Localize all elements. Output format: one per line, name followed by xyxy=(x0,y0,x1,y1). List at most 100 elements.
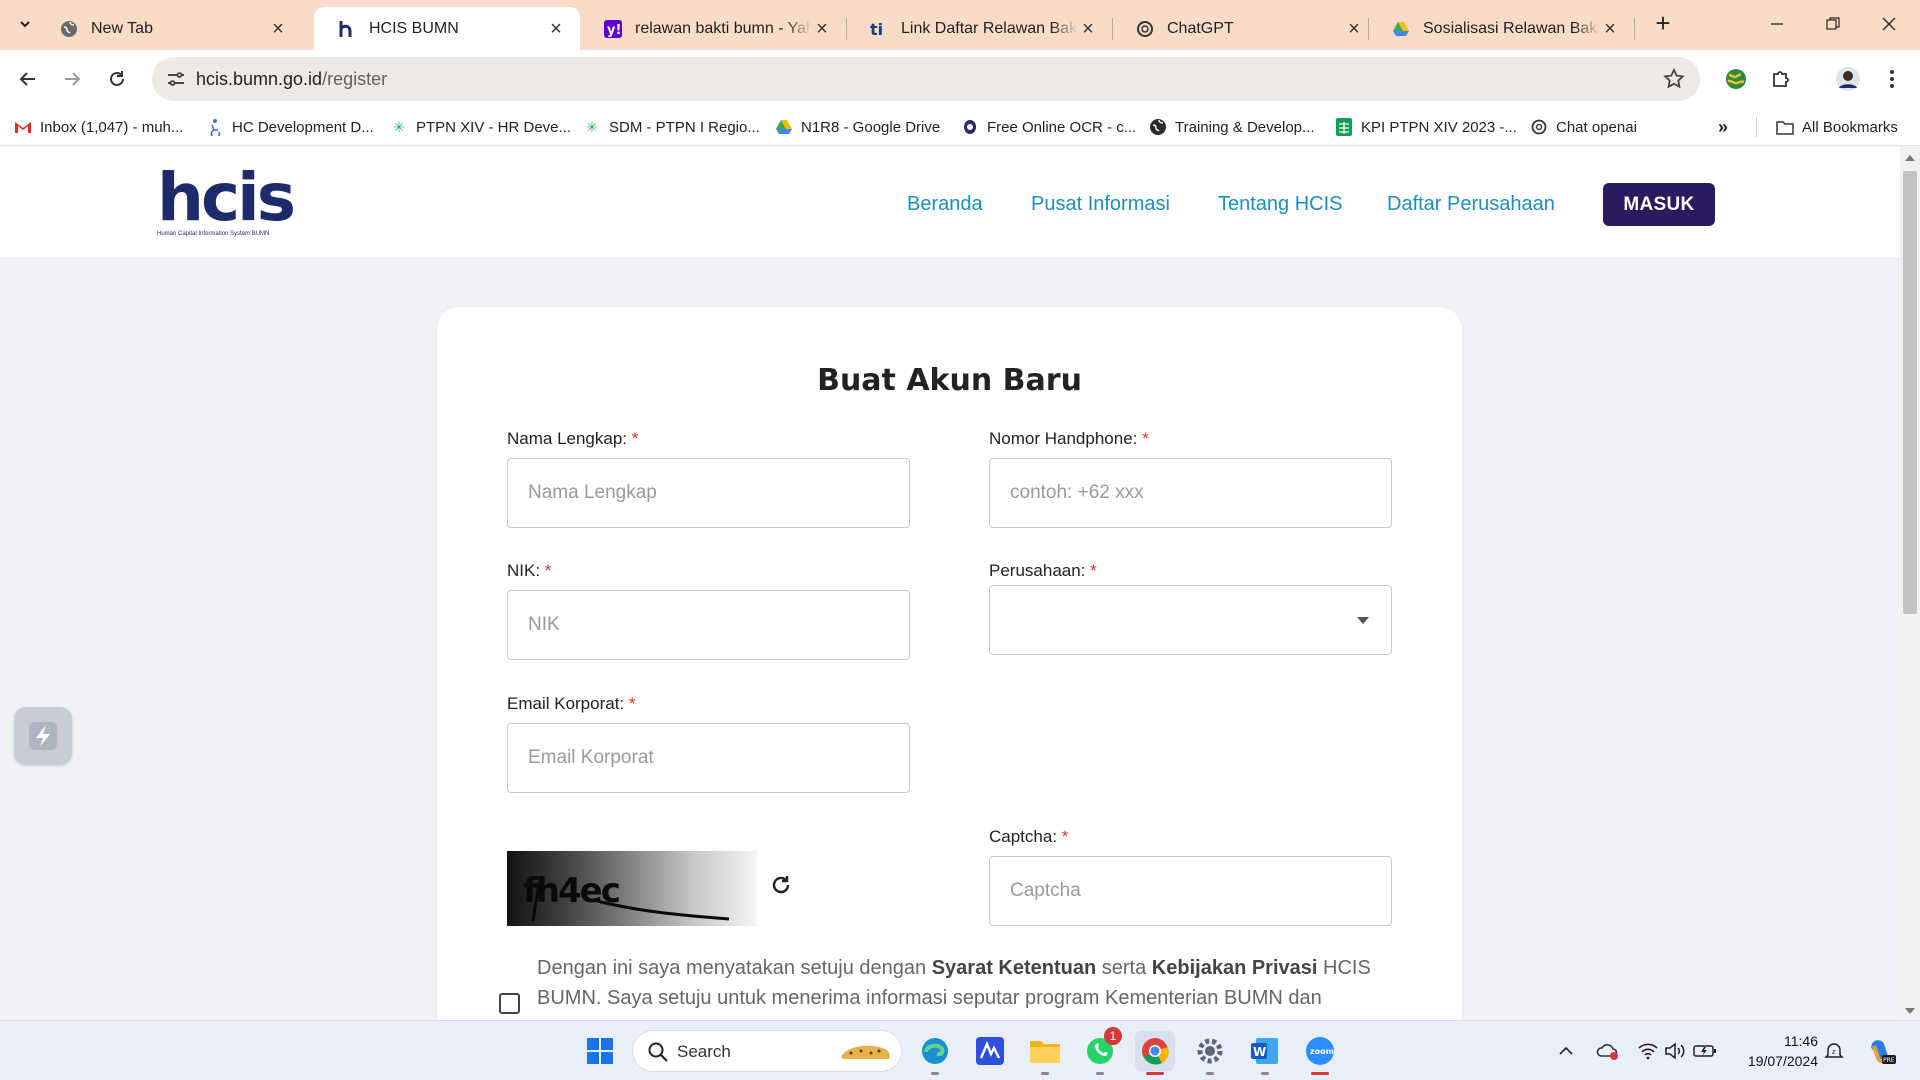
bell-do-not-disturb-icon: z xyxy=(1824,1043,1844,1058)
close-icon[interactable]: × xyxy=(1078,19,1098,39)
notifications-tray[interactable]: z xyxy=(1822,1039,1846,1063)
tab-separator xyxy=(1368,18,1369,40)
bookmark-google-drive[interactable]: N1R8 - Google Drive xyxy=(775,116,940,138)
close-icon[interactable]: × xyxy=(1600,19,1620,39)
tab-new-tab[interactable]: New Tab × xyxy=(36,7,302,50)
running-indicator xyxy=(1096,1072,1104,1075)
bookmark-sdm-ptpn[interactable]: ✳ SDM - PTPN I Regio... xyxy=(583,116,760,138)
tab-title: ChatGPT xyxy=(1167,19,1234,37)
bookmark-label: SDM - PTPN I Regio... xyxy=(609,118,760,136)
bookmark-free-ocr[interactable]: Free Online OCR - c... xyxy=(961,116,1136,138)
url-text[interactable]: hcis.bumn.go.id/register xyxy=(196,69,387,90)
folder-icon xyxy=(1776,118,1794,136)
taskbar-file-explorer[interactable] xyxy=(1025,1031,1065,1075)
bookmark-star-icon[interactable] xyxy=(1662,67,1686,91)
nama-lengkap-input[interactable] xyxy=(507,458,910,528)
nav-tentang-hcis[interactable]: Tentang HCIS xyxy=(1218,193,1343,216)
bookmark-hc-development[interactable]: HC Development D... xyxy=(206,116,374,138)
bookmark-label: Free Online OCR - c... xyxy=(987,118,1137,136)
email-korporat-input[interactable] xyxy=(507,723,910,793)
clock-date: 19/07/2024 xyxy=(1747,1053,1818,1069)
nav-daftar-perusahaan[interactable]: Daftar Perusahaan xyxy=(1387,193,1555,216)
phone-input[interactable] xyxy=(989,458,1392,528)
url-host: hcis.bumn.go.id xyxy=(196,69,323,89)
profile-avatar[interactable] xyxy=(1834,65,1862,93)
nav-pusat-informasi[interactable]: Pusat Informasi xyxy=(1031,193,1170,216)
bookmark-training[interactable]: Training & Develop... xyxy=(1149,116,1315,138)
bookmark-label: KPI PTPN XIV 2023 -... xyxy=(1361,118,1517,136)
close-icon[interactable]: × xyxy=(812,19,832,39)
openai-icon xyxy=(1530,118,1548,136)
bookmarks-overflow-button[interactable]: » xyxy=(1718,116,1728,138)
floating-widget-button[interactable] xyxy=(14,707,72,765)
browser-menu-button[interactable] xyxy=(1878,65,1906,93)
login-button[interactable]: MASUK xyxy=(1603,183,1715,226)
tab-search-button[interactable] xyxy=(12,11,38,37)
battery-tray[interactable] xyxy=(1693,1039,1717,1063)
close-icon[interactable]: × xyxy=(268,19,288,39)
windows-taskbar: Search 1 W zoom 11:46 19/07/2024 z PRE xyxy=(0,1020,1920,1080)
scroll-up-arrow-icon[interactable] xyxy=(1905,155,1915,161)
taskbar-chrome[interactable] xyxy=(1135,1031,1175,1075)
edge-icon xyxy=(922,1038,948,1064)
close-window-button[interactable] xyxy=(1869,10,1909,38)
site-settings-icon[interactable] xyxy=(166,69,186,89)
page-scrollbar[interactable] xyxy=(1900,147,1920,1020)
copilot-icon: PRE xyxy=(1871,1040,1896,1064)
minimize-button[interactable] xyxy=(1757,10,1797,38)
back-button[interactable] xyxy=(13,64,43,94)
tab-sosialisasi[interactable]: Sosialisasi Relawan Bakti BUMN × xyxy=(1368,7,1634,50)
terms-link[interactable]: Syarat Ketentuan xyxy=(932,957,1097,979)
taskbar-app-m[interactable] xyxy=(970,1031,1010,1071)
scrollbar-thumb[interactable] xyxy=(1903,171,1917,614)
start-button[interactable] xyxy=(580,1031,620,1071)
taskbar-search[interactable]: Search xyxy=(632,1030,902,1072)
show-hidden-icons-button[interactable] xyxy=(1554,1039,1578,1063)
bookmark-chat-openai[interactable]: Chat openai xyxy=(1530,116,1637,138)
new-tab-button[interactable]: + xyxy=(1651,10,1675,36)
copilot-button[interactable]: PRE xyxy=(1866,1036,1896,1066)
tab-link-daftar[interactable]: ti Link Daftar Relawan Bakti BUMN × xyxy=(846,7,1112,50)
restore-button[interactable] xyxy=(1813,10,1853,38)
extension-earth-icon[interactable] xyxy=(1722,65,1750,93)
perusahaan-select[interactable] xyxy=(989,585,1392,655)
address-bar[interactable]: hcis.bumn.go.id/register xyxy=(152,57,1700,101)
forward-button[interactable] xyxy=(57,64,87,94)
tab-chatgpt[interactable]: ChatGPT × xyxy=(1112,7,1378,50)
refresh-captcha-button[interactable] xyxy=(767,871,795,899)
nav-beranda[interactable]: Beranda xyxy=(907,193,983,216)
close-icon[interactable]: × xyxy=(546,19,566,39)
running-indicator xyxy=(931,1072,939,1075)
wifi-tray[interactable] xyxy=(1636,1039,1660,1063)
yahoo-icon: y! xyxy=(604,19,622,38)
extensions-puzzle-icon[interactable] xyxy=(1767,65,1795,93)
agreement-checkbox[interactable] xyxy=(499,993,520,1014)
taskbar-whatsapp[interactable]: 1 xyxy=(1080,1027,1122,1075)
hcis-logo[interactable]: hcis Human Capital Information System BU… xyxy=(157,165,296,242)
globe-icon xyxy=(60,20,78,38)
scroll-down-arrow-icon[interactable] xyxy=(1905,1008,1915,1014)
folder-icon xyxy=(1030,1041,1060,1063)
bookmark-kpi[interactable]: KPI PTPN XIV 2023 -... xyxy=(1335,116,1517,138)
taskbar-edge[interactable] xyxy=(915,1031,955,1075)
taskbar-settings[interactable] xyxy=(1190,1031,1230,1075)
taskbar-clock[interactable]: 11:46 19/07/2024 xyxy=(1738,1031,1818,1071)
taskbar-zoom[interactable]: zoom xyxy=(1300,1031,1340,1075)
volume-tray[interactable] xyxy=(1663,1039,1687,1063)
reload-icon xyxy=(110,71,124,86)
reload-button[interactable] xyxy=(102,64,132,94)
onedrive-tray[interactable] xyxy=(1596,1039,1620,1063)
tab-hcis-bumn[interactable]: HCIS BUMN × xyxy=(314,7,580,50)
tab-title: Sosialisasi Relawan Bakti BUMN xyxy=(1423,19,1600,37)
running-indicator xyxy=(1261,1072,1269,1075)
captcha-input[interactable] xyxy=(989,856,1392,926)
close-icon[interactable]: × xyxy=(1344,19,1364,39)
all-bookmarks-button[interactable]: All Bookmarks xyxy=(1776,116,1898,138)
bookmark-ptpn-xiv[interactable]: ✳ PTPN XIV - HR Deve... xyxy=(390,116,571,138)
active-indicator xyxy=(1311,1072,1329,1075)
privacy-link[interactable]: Kebijakan Privasi xyxy=(1152,957,1318,979)
taskbar-word[interactable]: W xyxy=(1245,1031,1285,1075)
bookmark-inbox[interactable]: Inbox (1,047) - muh... xyxy=(14,116,183,138)
nik-input[interactable] xyxy=(507,590,910,660)
tab-yahoo-search[interactable]: y! relawan bakti bumn - Yahoo × xyxy=(580,7,846,50)
